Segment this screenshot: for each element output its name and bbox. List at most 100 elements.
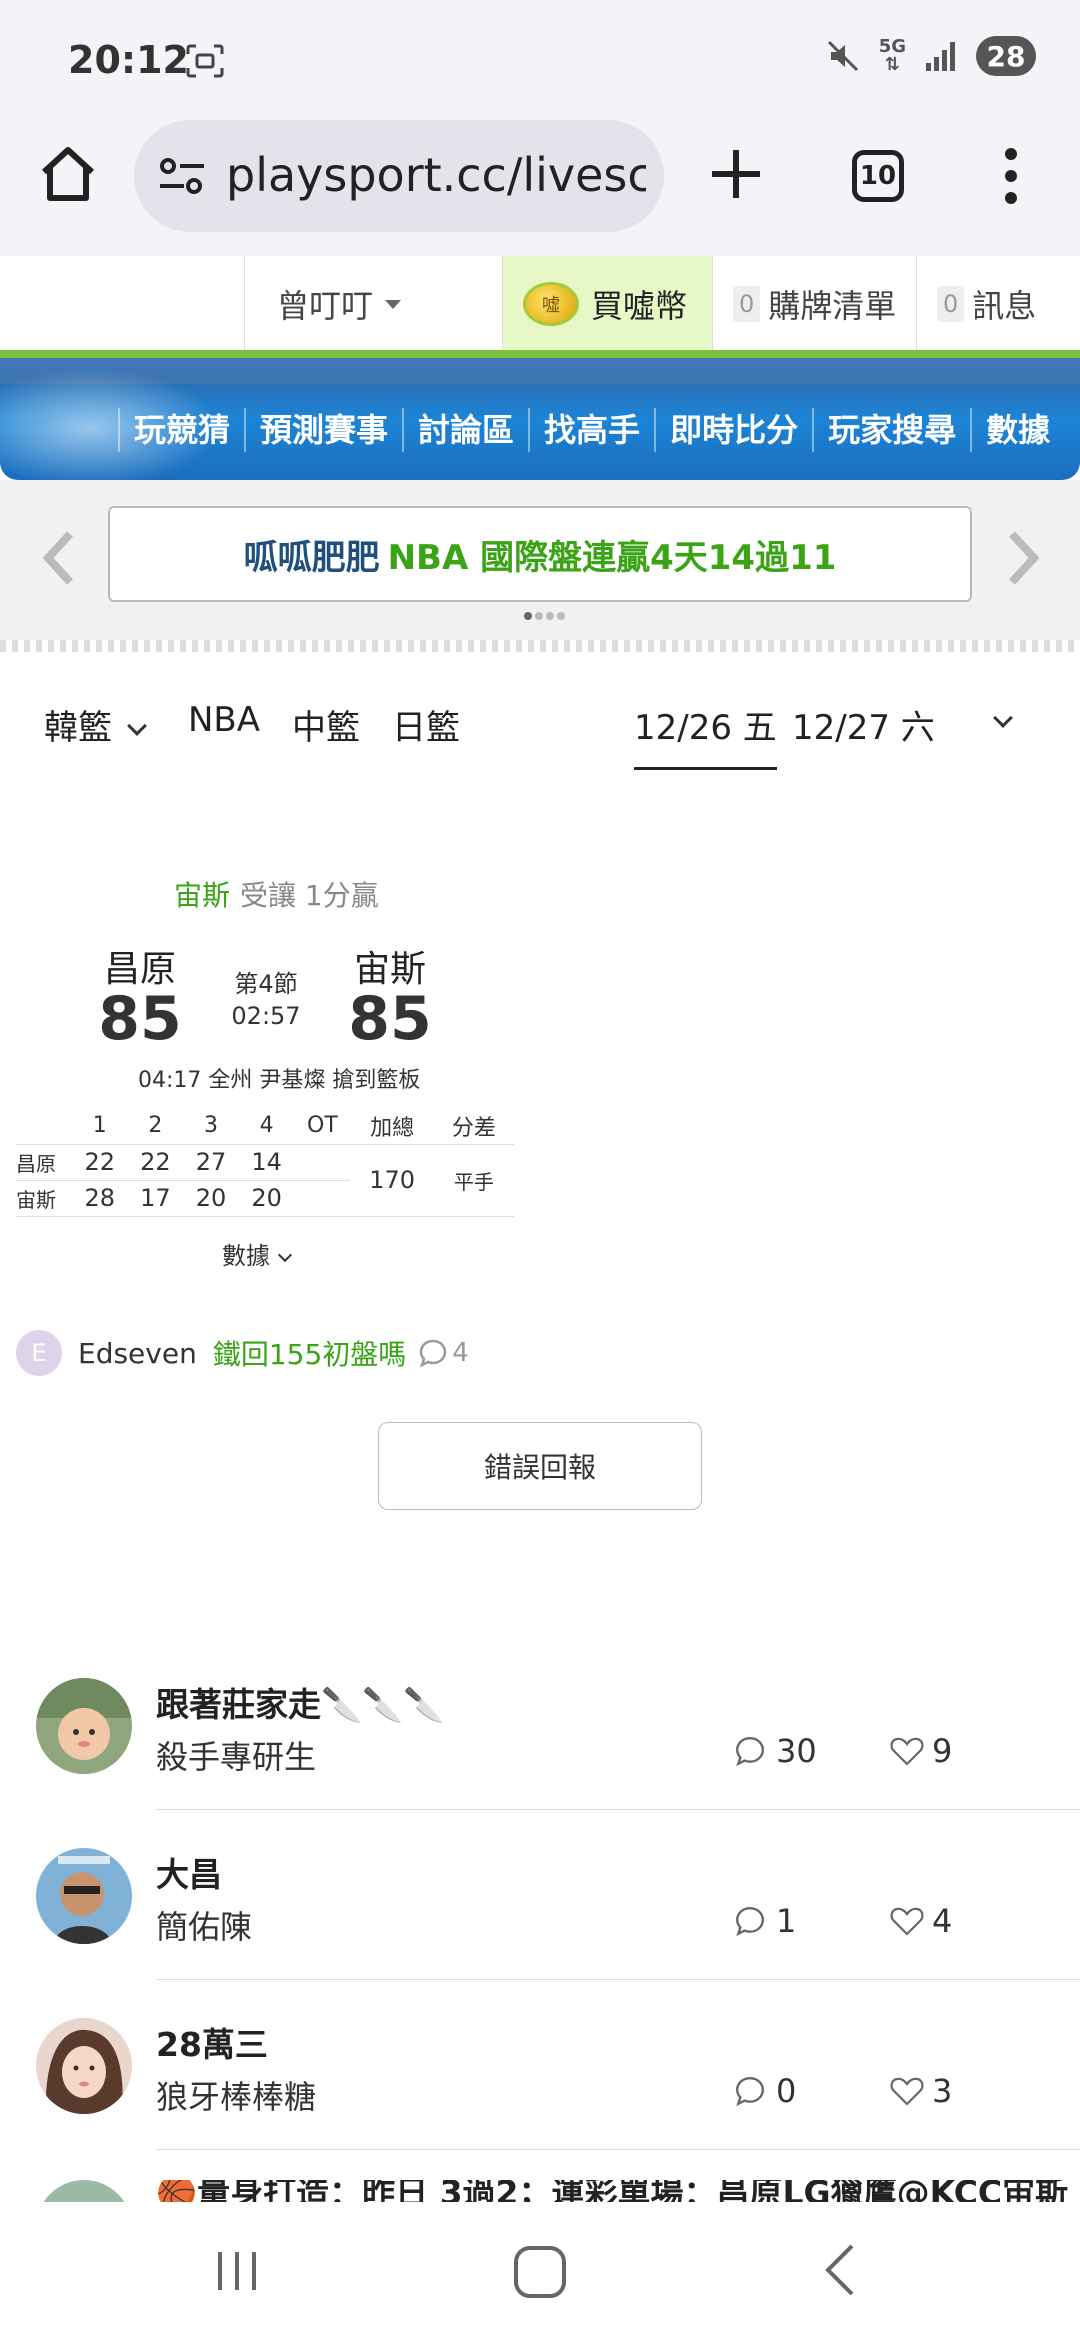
chevron-down-icon	[277, 1247, 293, 1263]
home-icon[interactable]	[36, 142, 100, 206]
league-tab-bleague[interactable]: 日籃	[392, 700, 460, 749]
article-title[interactable]: 28萬三	[156, 2018, 268, 2066]
tab-switcher-button[interactable]: 10	[852, 150, 904, 202]
quarter-score: 27	[183, 1143, 239, 1180]
ot-score	[294, 1143, 351, 1180]
list-item[interactable]: 大昌 簡佑陳 1 4	[0, 1810, 1080, 1980]
avatar[interactable]	[36, 1678, 132, 1774]
game-comment[interactable]: E Edseven 鐵回155初盤嗎 4	[16, 1328, 469, 1378]
back-icon[interactable]	[820, 2242, 860, 2298]
url-text[interactable]: playsport.cc/livescore	[226, 148, 646, 202]
buy-coin-button[interactable]: 噓 買噓幣	[502, 256, 712, 352]
article-title[interactable]: 大昌	[156, 1848, 222, 1896]
away-team-score: 85	[348, 984, 432, 1054]
table-header: 分差	[451, 1115, 496, 1141]
table-header	[16, 1108, 72, 1144]
heart-icon	[890, 1907, 924, 1936]
handicap-team: 宙斯	[174, 879, 231, 912]
avatar[interactable]	[36, 1848, 132, 1944]
article-comments: 1	[734, 1902, 796, 1940]
league-tab-label: 韓籃	[44, 708, 112, 748]
avatar[interactable]	[36, 2180, 132, 2202]
coin-icon: 噓	[523, 282, 579, 326]
messages-label: 訊息	[972, 287, 1037, 325]
date-dropdown-button[interactable]	[978, 700, 1013, 740]
site-settings-icon[interactable]	[158, 156, 206, 196]
carousel-dot[interactable]	[546, 612, 554, 620]
nav-item-experts[interactable]: 找高手	[528, 408, 654, 452]
username: 曾叮叮	[277, 287, 374, 325]
nav-item-forum[interactable]: 討論區	[402, 408, 528, 452]
nav-item-data[interactable]: 數據	[970, 408, 1064, 452]
comment-count-value: 4	[452, 1338, 469, 1368]
score-table-header: 1 2 3 4 OT 加總 分差	[16, 1108, 514, 1144]
messages-button[interactable]: 0 訊息	[916, 256, 1080, 352]
url-bar[interactable]: playsport.cc/livescore	[134, 120, 664, 232]
article-likes[interactable]: 4	[890, 1902, 952, 1940]
carousel-dot[interactable]	[535, 612, 543, 620]
date-tab-selected[interactable]: 12/26 五	[634, 700, 777, 770]
comment-count[interactable]: 4	[418, 1338, 469, 1368]
heart-icon	[890, 1737, 924, 1766]
speech-bubble-icon	[420, 1339, 447, 1368]
handicap-text: 受讓 1分贏	[240, 879, 379, 912]
error-report-button[interactable]: 錯誤回報	[378, 1422, 702, 1510]
chevron-down-icon	[993, 708, 1013, 728]
period-label: 第4節	[234, 970, 298, 998]
total-score: 170	[350, 1143, 434, 1217]
list-item[interactable]: 跟著莊家走🔪🔪🔪 殺手專研生 30 9	[0, 1640, 1080, 1810]
more-menu-icon[interactable]	[996, 144, 1026, 208]
nav-accent-line	[0, 350, 1080, 358]
article-author[interactable]: 狼牙棒棒糖	[156, 2072, 316, 2118]
home-team-score: 85	[98, 984, 182, 1054]
carousel-dot[interactable]	[557, 612, 565, 620]
league-tab-cba[interactable]: 中籃	[292, 700, 360, 749]
network-indicator: 5G ⇅	[879, 38, 906, 74]
carousel-next-icon[interactable]	[1004, 528, 1044, 588]
carousel-dot[interactable]	[524, 612, 532, 620]
article-author[interactable]: 殺手專研生	[156, 1732, 316, 1778]
list-item[interactable]: 28萬三 狼牙棒棒糖 0 3	[0, 1980, 1080, 2150]
promo-banner[interactable]: 呱呱肥肥 NBA 國際盤連贏4天14過11	[108, 506, 972, 602]
home-button-icon[interactable]	[512, 2244, 568, 2300]
article-likes[interactable]: 3	[890, 2072, 952, 2110]
article-title[interactable]: 跟著莊家走🔪🔪🔪	[156, 1678, 444, 1726]
promo-text: NBA 國際盤連贏4天14過11	[387, 537, 837, 578]
league-tab-kbl[interactable]: 韓籃	[44, 700, 147, 749]
handicap-info: 宙斯 受讓 1分贏	[174, 874, 379, 914]
league-tabs: 韓籃 NBA 中籃 日籃 12/26 五 12/27 六	[0, 690, 1080, 770]
article-title[interactable]: 🏀量身打造：昨日 3過2；運彩單場：昌原LG獵鷹@KCC宙斯	[156, 2180, 1068, 2202]
new-tab-icon[interactable]	[706, 144, 766, 204]
system-nav-bar	[0, 2202, 1080, 2340]
comment-count-value: 0	[776, 2072, 797, 2110]
nav-item-predict[interactable]: 預測賽事	[244, 408, 402, 452]
speech-bubble-icon	[736, 1907, 764, 1937]
list-item-partial[interactable]: 🏀量身打造：昨日 3過2；運彩單場：昌原LG獵鷹@KCC宙斯	[0, 2180, 1080, 2202]
comment-text[interactable]: 鐵回155初盤嗎	[213, 1333, 406, 1373]
article-likes[interactable]: 9	[890, 1732, 952, 1770]
quarter-score: 22	[127, 1143, 184, 1180]
table-header: 3	[204, 1113, 219, 1139]
carousel-prev-icon[interactable]	[38, 528, 78, 588]
comment-user[interactable]: Edseven	[78, 1337, 197, 1370]
avatar[interactable]	[36, 2018, 132, 2114]
chevron-down-icon	[127, 716, 147, 736]
status-bar: 20:12 5G ⇅ 28	[0, 0, 1080, 120]
cart-button[interactable]: 0 購牌清單	[712, 256, 916, 352]
stats-toggle-label: 數據	[222, 1242, 270, 1270]
quarter-score: 17	[127, 1179, 184, 1217]
screenshot-icon	[186, 44, 224, 78]
stats-toggle-button[interactable]: 數據	[222, 1236, 293, 1271]
quarter-score: 28	[72, 1179, 128, 1217]
league-tab-nba[interactable]: NBA	[188, 700, 260, 740]
nav-item-guess[interactable]: 玩競猜	[118, 408, 244, 452]
nav-item-player-search[interactable]: 玩家搜尋	[812, 408, 970, 452]
user-menu[interactable]: 曾叮叮	[244, 256, 502, 352]
nav-item-livescore[interactable]: 即時比分	[654, 408, 812, 452]
game-period: 第4節 02:57	[226, 968, 306, 1032]
recent-apps-icon[interactable]	[212, 2246, 262, 2296]
speech-bubble-icon	[736, 1737, 764, 1767]
site-top-bar: 曾叮叮 噓 買噓幣 0 購牌清單 0 訊息	[0, 256, 1080, 352]
article-author[interactable]: 簡佑陳	[156, 1902, 252, 1948]
date-tab[interactable]: 12/27 六	[792, 700, 935, 749]
